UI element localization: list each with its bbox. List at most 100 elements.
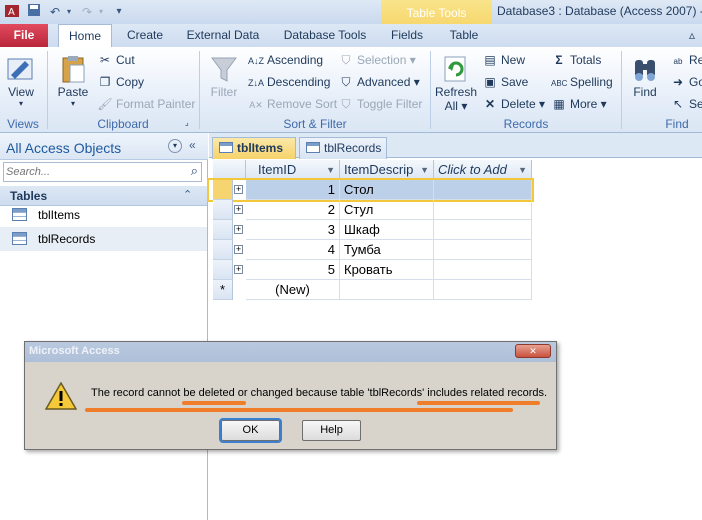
collapse-chevron-icon[interactable]: ⌃ (183, 188, 192, 201)
descending-button[interactable]: Z↓A Descending (248, 72, 330, 92)
nav-item-tblrecords[interactable]: tblRecords (0, 227, 207, 251)
cell-itemid[interactable]: 4 (246, 240, 340, 260)
new-record-button[interactable]: ▤ New (482, 50, 525, 70)
redo-dropdown-icon[interactable]: ▾ (92, 3, 110, 21)
cut-button[interactable]: ✂ Cut (97, 50, 135, 70)
more-button[interactable]: ▦ More ▾ (551, 94, 606, 114)
tab-fields[interactable]: Fields (383, 24, 431, 47)
column-dropdown-icon[interactable]: ▼ (326, 160, 335, 180)
tab-create[interactable]: Create (118, 24, 172, 47)
advanced-button[interactable]: ⛉ Advanced ▾ (338, 72, 419, 92)
view-button[interactable]: View ▾ (4, 53, 38, 108)
help-button[interactable]: Help (302, 420, 361, 441)
expand-row-icon[interactable]: + (233, 260, 246, 280)
row-selector[interactable] (213, 260, 233, 280)
cell-click-to-add[interactable] (434, 280, 532, 300)
nav-search-input[interactable] (6, 165, 176, 179)
cell-itemdescrip[interactable]: Стул (340, 200, 434, 220)
row-selector[interactable] (213, 180, 233, 200)
format-painter-button[interactable]: 🖌 Format Painter (97, 94, 195, 114)
expand-row-icon[interactable]: + (233, 200, 246, 220)
tables-section-label: Tables (10, 189, 48, 203)
toggle-filter-label: Toggle Filter (357, 97, 423, 111)
cell-itemdescrip[interactable]: Шкаф (340, 220, 434, 240)
cell-click-to-add[interactable] (434, 200, 532, 220)
ok-button[interactable]: OK (219, 418, 282, 443)
cell-itemdescrip[interactable]: Тумба (340, 240, 434, 260)
cell-itemid[interactable]: 1 (246, 180, 340, 200)
nav-menu-chevron-icon[interactable]: ▾ (168, 139, 182, 153)
goto-button[interactable]: ➜ Go (670, 72, 702, 92)
copy-button[interactable]: ❐ Copy (97, 72, 144, 92)
cell-click-to-add[interactable] (434, 180, 532, 200)
delete-record-button[interactable]: ✕ Delete ▾ (482, 94, 545, 114)
row-selector[interactable] (213, 220, 233, 240)
dialog-titlebar[interactable]: Microsoft Access ✕ (25, 342, 556, 362)
doc-tab-tblitems[interactable]: tblItems (212, 137, 296, 159)
minimize-ribbon-icon[interactable]: ▵ (684, 24, 700, 47)
replace-button[interactable]: ab Re (670, 50, 702, 70)
paste-button[interactable]: Paste ▾ (54, 53, 92, 108)
expand-row-icon[interactable]: + (233, 180, 246, 200)
cell-itemdescrip[interactable] (340, 280, 434, 300)
clipboard-launcher-icon[interactable]: ⌟ (185, 113, 189, 133)
toggle-filter-button[interactable]: ⛉ Toggle Filter (338, 94, 422, 114)
column-header-itemdescrip[interactable]: ItemDescrip ▼ (340, 160, 434, 180)
filter-button[interactable]: Filter (206, 53, 242, 99)
find-button[interactable]: Find (627, 53, 663, 99)
cell-itemdescrip[interactable]: Кровать (340, 260, 434, 280)
column-header-click-to-add[interactable]: Click to Add ▼ (434, 160, 532, 180)
table-row[interactable]: + 1 Стол (207, 178, 534, 202)
cell-itemdescrip[interactable]: Стол (340, 180, 434, 200)
cell-itemid[interactable]: 2 (246, 200, 340, 220)
row-selector[interactable] (213, 200, 233, 220)
save-record-button[interactable]: ▣ Save (482, 72, 528, 92)
totals-button[interactable]: Σ Totals (551, 50, 601, 70)
refresh-all-button[interactable]: Refresh All ▾ (434, 53, 478, 113)
customize-qat-icon[interactable]: ▾ (110, 3, 128, 21)
nav-search-box[interactable]: ⌕ (3, 162, 202, 182)
tab-file[interactable]: File (0, 24, 48, 47)
warning-icon (44, 381, 78, 410)
select-button[interactable]: ↖ Se (670, 94, 702, 114)
cell-click-to-add[interactable] (434, 220, 532, 240)
cell-itemid[interactable]: 5 (246, 260, 340, 280)
column-header-itemid[interactable]: ItemID ▼ (246, 160, 340, 180)
table-row[interactable]: + 4 Тумба (209, 240, 532, 260)
tab-home[interactable]: Home (58, 24, 112, 48)
doc-tab-label: tblItems (237, 141, 284, 155)
selection-button[interactable]: ⛉ Selection ▾ (338, 50, 415, 70)
dialog-close-button[interactable]: ✕ (515, 344, 551, 358)
spelling-button[interactable]: ABC Spelling (551, 72, 613, 92)
cell-click-to-add[interactable] (434, 260, 532, 280)
selection-label: Selection (357, 53, 407, 67)
remove-sort-button[interactable]: A✕ Remove Sort (248, 94, 337, 114)
shutter-bar-close-icon[interactable]: « (189, 138, 196, 152)
expand-row-icon[interactable]: + (233, 220, 246, 240)
nav-header[interactable]: All Access Objects ▾ « (0, 133, 208, 160)
table-row[interactable]: + 3 Шкаф (209, 220, 532, 240)
table-row[interactable]: + 5 Кровать (209, 260, 532, 280)
save-icon[interactable] (25, 3, 43, 21)
tab-external-data[interactable]: External Data (180, 24, 266, 47)
nav-title[interactable]: All Access Objects (6, 140, 121, 156)
cell-itemid[interactable]: 3 (246, 220, 340, 240)
new-row-marker[interactable]: * (213, 280, 233, 300)
tab-database-tools[interactable]: Database Tools (278, 24, 372, 47)
new-record-row[interactable]: * (New) (209, 280, 532, 300)
nav-item-tblitems[interactable]: tblItems (0, 203, 207, 227)
undo-dropdown-icon[interactable]: ▾ (60, 3, 78, 21)
doc-tab-tblrecords[interactable]: tblRecords (299, 137, 387, 159)
table-row[interactable]: + 2 Стул (209, 200, 532, 220)
ascending-button[interactable]: A↓Z Ascending (248, 50, 323, 70)
select-all-corner[interactable] (213, 160, 246, 180)
tab-table[interactable]: Table (440, 24, 488, 47)
access-logo-icon[interactable]: A (3, 3, 21, 21)
expand-row-icon[interactable]: + (233, 240, 246, 260)
column-dropdown-icon[interactable]: ▼ (518, 160, 527, 180)
column-dropdown-icon[interactable]: ▼ (420, 160, 429, 180)
search-icon[interactable]: ⌕ (191, 163, 198, 179)
cell-click-to-add[interactable] (434, 240, 532, 260)
row-selector[interactable] (213, 240, 233, 260)
cell-new[interactable]: (New) (246, 280, 340, 300)
